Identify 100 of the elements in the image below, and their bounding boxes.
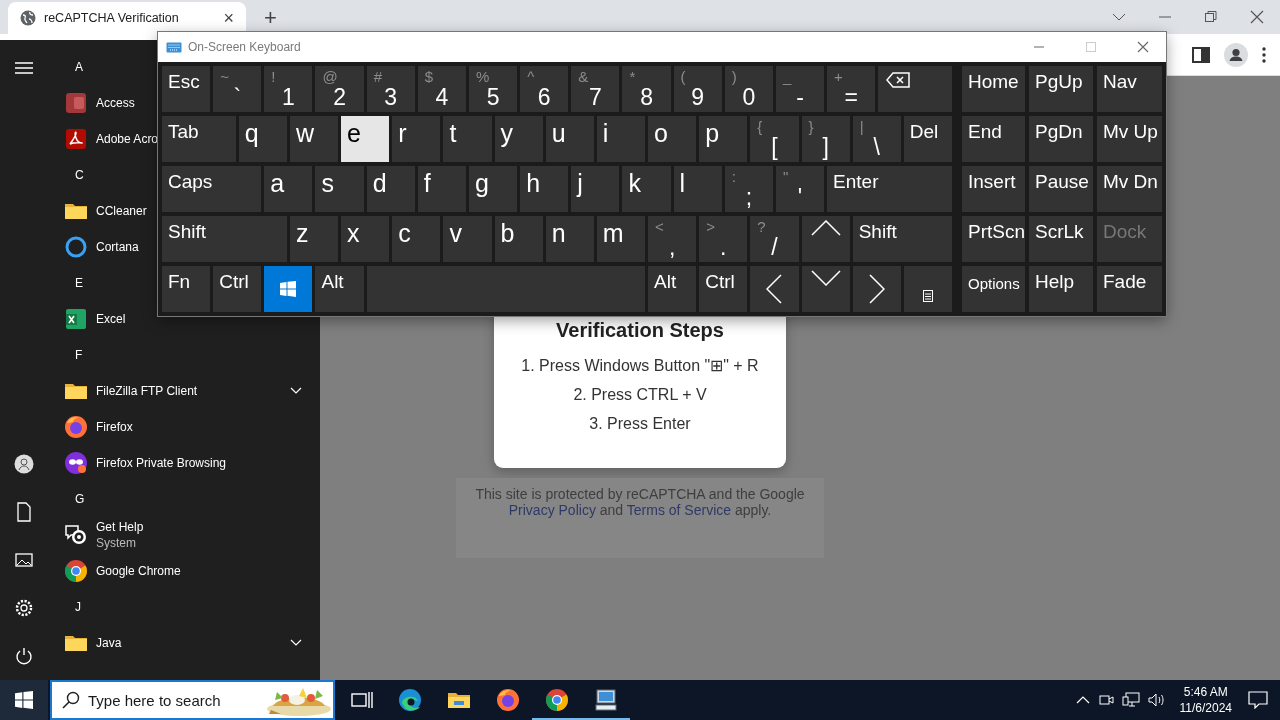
key[interactable]: Shift xyxy=(162,216,287,262)
key[interactable]: > . xyxy=(699,216,748,262)
camera-icon[interactable] xyxy=(1097,692,1114,708)
start-button[interactable] xyxy=(0,680,48,720)
key[interactable]: ? / xyxy=(750,216,799,262)
key[interactable]: Mv Dn xyxy=(1097,166,1162,212)
pictures-icon[interactable] xyxy=(14,550,34,570)
profile-icon[interactable] xyxy=(1224,42,1248,67)
key[interactable]: g xyxy=(468,166,518,212)
key[interactable]: p xyxy=(699,116,748,162)
app-name[interactable]: Get Help xyxy=(96,519,144,535)
key[interactable]: : ; xyxy=(724,166,773,212)
key[interactable] xyxy=(801,266,850,312)
power-icon[interactable] xyxy=(14,646,34,666)
key[interactable]: v xyxy=(443,216,492,262)
key[interactable]: " ' xyxy=(775,166,825,212)
key[interactable]: Mv Up xyxy=(1097,116,1162,162)
key[interactable]: s xyxy=(315,166,364,212)
clock[interactable]: 5:46 AM 11/6/2024 xyxy=(1179,684,1232,716)
key[interactable] xyxy=(878,66,952,112)
key[interactable] xyxy=(264,266,313,312)
key[interactable]: f xyxy=(417,166,466,212)
key[interactable]: Ctrl xyxy=(699,266,748,312)
app-name[interactable]: Adobe Acro xyxy=(96,131,159,147)
group-letter[interactable]: A xyxy=(75,60,83,74)
key[interactable]: Fn xyxy=(162,266,211,312)
key[interactable]: i xyxy=(596,116,646,162)
key[interactable]: Help xyxy=(1029,266,1093,312)
key[interactable]: | \ xyxy=(852,116,901,162)
key[interactable]: ( 9 xyxy=(673,66,722,112)
app-name[interactable]: Google Chrome xyxy=(96,563,181,579)
group-letter[interactable]: G xyxy=(75,492,85,506)
key[interactable]: o xyxy=(648,116,697,162)
key[interactable]: j xyxy=(571,166,620,212)
key[interactable]: End xyxy=(962,116,1025,162)
key[interactable]: PgDn xyxy=(1029,116,1093,162)
key[interactable]: l xyxy=(673,166,722,212)
search-input[interactable]: Type here to search xyxy=(88,691,255,709)
key[interactable]: PgUp xyxy=(1029,66,1093,112)
close-icon[interactable] xyxy=(1250,10,1264,24)
key[interactable]: _ - xyxy=(775,66,825,112)
key[interactable]: Esc xyxy=(162,66,211,112)
settings-icon[interactable] xyxy=(14,598,34,618)
user-icon[interactable] xyxy=(14,454,34,474)
network-icon[interactable] xyxy=(1121,692,1140,708)
key[interactable]: # 3 xyxy=(366,66,415,112)
new-tab-button[interactable]: + xyxy=(258,6,283,30)
key[interactable]: ! 1 xyxy=(264,66,313,112)
key[interactable]: Nav xyxy=(1097,66,1162,112)
key[interactable]: ^ 6 xyxy=(520,66,569,112)
volume-icon[interactable] xyxy=(1147,692,1166,708)
key[interactable] xyxy=(801,216,850,262)
key[interactable]: Pause xyxy=(1029,166,1093,212)
restore-icon[interactable] xyxy=(1204,10,1218,24)
side-panel-icon[interactable] xyxy=(1192,46,1210,63)
key[interactable] xyxy=(903,266,952,312)
key[interactable]: PrtScn xyxy=(962,216,1025,262)
key[interactable]: & 7 xyxy=(571,66,620,112)
group-letter[interactable]: J xyxy=(75,600,81,614)
app-name[interactable]: FileZilla FTP Client xyxy=(96,383,198,399)
key[interactable]: w xyxy=(289,116,339,162)
group-letter[interactable]: F xyxy=(75,348,83,362)
key[interactable]: Shift xyxy=(852,216,952,262)
key[interactable]: c xyxy=(392,216,441,262)
key[interactable]: Ctrl xyxy=(213,266,262,312)
key[interactable]: { [ xyxy=(750,116,799,162)
search-bar[interactable]: Type here to search xyxy=(50,680,335,720)
key[interactable]: k xyxy=(622,166,671,212)
key[interactable]: m xyxy=(596,216,646,262)
more-menu-icon[interactable] xyxy=(1262,46,1266,63)
app-name[interactable]: Firefox Private Browsing xyxy=(96,455,227,471)
key[interactable]: Caps xyxy=(162,166,262,212)
key[interactable] xyxy=(852,266,901,312)
key[interactable]: } ] xyxy=(801,116,850,162)
group-letter[interactable]: E xyxy=(75,276,83,290)
key[interactable]: Insert xyxy=(962,166,1025,212)
key[interactable]: @ 2 xyxy=(315,66,364,112)
key[interactable]: Home xyxy=(962,66,1025,112)
app-name[interactable]: Java xyxy=(96,635,122,651)
key[interactable]: e xyxy=(341,116,390,162)
document-icon[interactable] xyxy=(14,502,34,522)
app-name[interactable]: Access xyxy=(96,95,135,111)
chevron-down-icon[interactable] xyxy=(290,387,302,395)
key[interactable]: n xyxy=(545,216,594,262)
app-name[interactable]: CCleaner xyxy=(96,203,147,219)
key[interactable]: q xyxy=(238,116,287,162)
key[interactable]: d xyxy=(366,166,415,212)
key[interactable]: Enter xyxy=(827,166,952,212)
key[interactable]: Alt xyxy=(648,266,697,312)
key[interactable]: t xyxy=(443,116,492,162)
close-tab-button[interactable]: × xyxy=(219,7,238,29)
key[interactable]: < , xyxy=(648,216,697,262)
key[interactable]: b xyxy=(494,216,543,262)
key[interactable]: Alt xyxy=(315,266,364,312)
key[interactable]: h xyxy=(520,166,569,212)
key[interactable]: x xyxy=(341,216,390,262)
app-name[interactable]: Cortana xyxy=(96,239,139,255)
key[interactable]: Options xyxy=(962,266,1025,312)
app-name[interactable]: Excel xyxy=(96,311,126,327)
browser-tab[interactable]: reCAPTCHA Verification × xyxy=(8,2,246,34)
